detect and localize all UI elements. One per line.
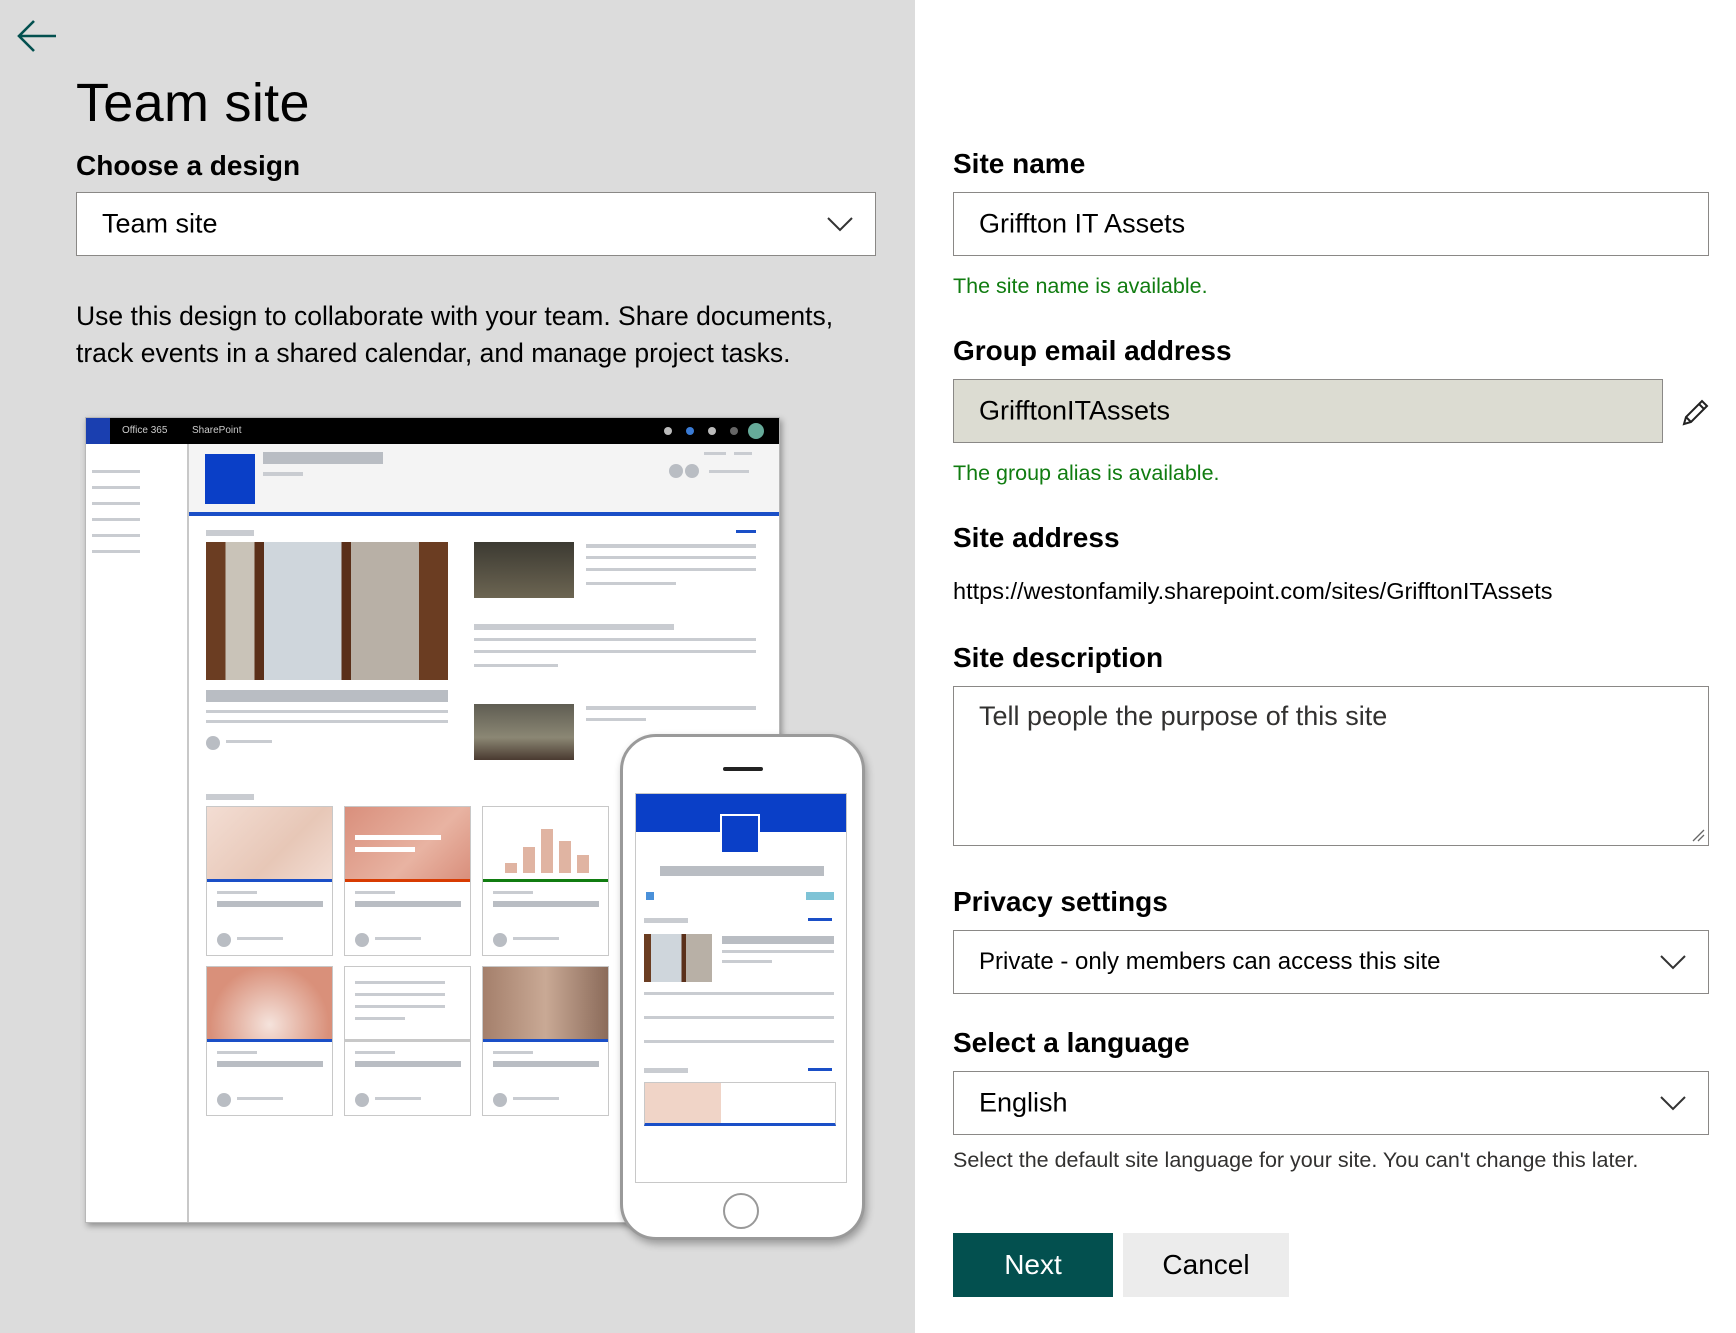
site-name-field[interactable]: Griffton IT Assets [953, 192, 1709, 256]
back-button[interactable] [14, 14, 60, 58]
resize-grip-icon[interactable] [1691, 828, 1705, 842]
preview-card [482, 966, 609, 1116]
pencil-icon [1682, 399, 1709, 426]
site-description-placeholder: Tell people the purpose of this site [979, 701, 1388, 731]
gear-icon [708, 427, 716, 435]
cancel-button[interactable]: Cancel [1123, 1233, 1289, 1297]
preview-card [482, 806, 609, 956]
suite-bar: Office 365 SharePoint [86, 418, 779, 444]
sync-icon [686, 427, 694, 435]
suite-app: SharePoint [192, 425, 242, 436]
design-dropdown-value: Team site [102, 208, 218, 239]
mobile-site-logo [720, 814, 760, 854]
site-description-label: Site description [953, 642, 1164, 673]
site-address-value: https://westonfamily.sharepoint.com/site… [953, 578, 1553, 604]
waffle-icon [86, 418, 110, 444]
privacy-dropdown-value: Private - only members can access this s… [979, 948, 1441, 975]
design-panel: Team site Choose a design Team site Use … [0, 0, 915, 1333]
site-name-label: Site name [953, 148, 1086, 179]
preview-card [206, 966, 333, 1116]
page-title: Team site [76, 73, 310, 133]
language-label: Select a language [953, 1027, 1190, 1058]
group-email-label: Group email address [953, 335, 1232, 366]
group-alias-status: The group alias is available. [953, 461, 1220, 485]
language-dropdown-value: English [979, 1087, 1068, 1118]
preview-card [344, 966, 471, 1116]
preview-card [344, 806, 471, 956]
preview-nav [86, 444, 189, 1222]
chevron-down-icon [827, 217, 853, 232]
privacy-settings-label: Privacy settings [953, 886, 1168, 917]
group-email-field: GrifftonITAssets [953, 379, 1663, 443]
site-name-value: Griffton IT Assets [979, 208, 1186, 239]
site-logo [205, 454, 255, 504]
arrow-left-icon [17, 20, 56, 52]
design-label: Choose a design [76, 150, 301, 181]
chevron-down-icon [1660, 955, 1686, 970]
site-address-label: Site address [953, 522, 1120, 553]
help-icon [730, 427, 738, 435]
design-description: Use this design to collaborate with your… [76, 301, 834, 368]
preview-header [189, 444, 779, 516]
mobile-preview [620, 734, 865, 1240]
site-name-status: The site name is available. [953, 274, 1208, 298]
suite-brand: Office 365 [122, 425, 168, 436]
site-description-field[interactable]: Tell people the purpose of this site [953, 686, 1709, 846]
home-button-graphic [723, 1193, 759, 1229]
preview-card [206, 806, 333, 956]
edit-group-email-button[interactable] [1680, 396, 1712, 428]
next-button[interactable]: Next [953, 1233, 1113, 1297]
site-info-form: Site name Griffton IT Assets The site na… [915, 0, 1736, 1333]
privacy-dropdown[interactable]: Private - only members can access this s… [953, 930, 1709, 994]
chevron-down-icon [1660, 1096, 1686, 1111]
language-hint: Select the default site language for you… [953, 1148, 1639, 1172]
language-dropdown[interactable]: English [953, 1071, 1709, 1135]
news-photo [206, 542, 448, 680]
settings-icon [664, 427, 672, 435]
design-preview-image: Office 365 SharePoint [82, 412, 872, 1242]
design-dropdown[interactable]: Team site [76, 192, 876, 256]
avatar [748, 423, 764, 439]
group-email-value: GrifftonITAssets [979, 395, 1171, 426]
